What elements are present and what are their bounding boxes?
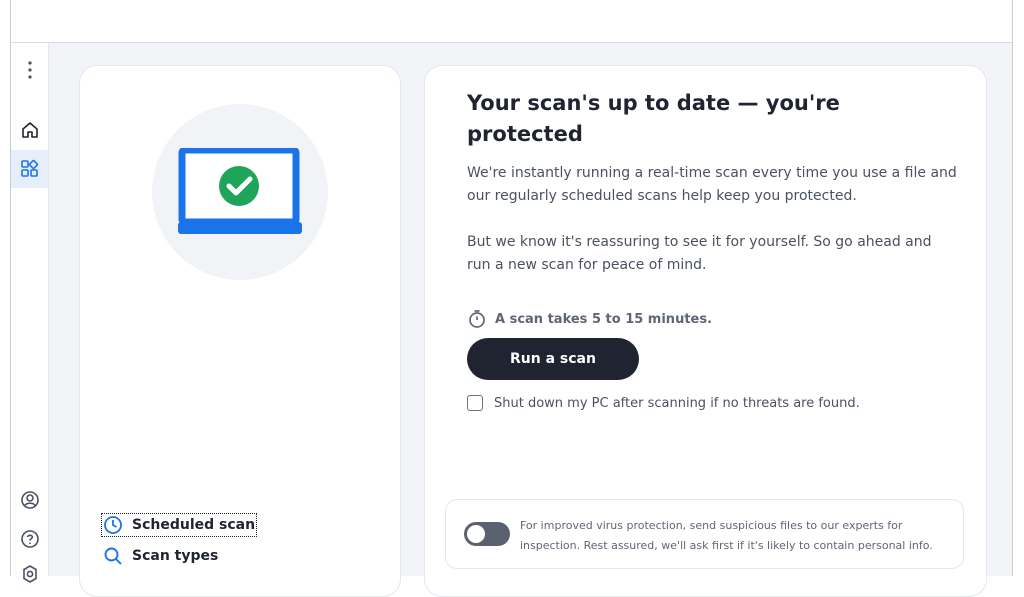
account-icon[interactable] <box>15 485 45 515</box>
file-sharing-description: For improved virus protection, send susp… <box>520 519 933 552</box>
shutdown-checkbox-label: Shut down my PC after scanning if no thr… <box>494 395 860 411</box>
page-title: Your scan's up to date — you're protecte… <box>467 91 840 146</box>
shutdown-option[interactable]: Shut down my PC after scanning if no thr… <box>467 395 860 411</box>
scan-description: We're instantly running a real-time scan… <box>467 165 957 204</box>
send-suspicious-files-toggle[interactable] <box>464 522 510 546</box>
reassurance-text: But we know it's reassuring to see it fo… <box>467 234 932 273</box>
laptop-check-icon <box>178 148 302 234</box>
scheduled-scan-link[interactable]: Scheduled scan <box>100 513 258 537</box>
settings-icon[interactable] <box>15 559 45 589</box>
search-icon <box>104 547 122 565</box>
shutdown-checkbox[interactable] <box>467 395 483 411</box>
clock-icon <box>104 516 122 534</box>
scan-duration-text: A scan takes 5 to 15 minutes. <box>495 311 713 327</box>
stopwatch-icon <box>469 310 485 328</box>
scan-types-label: Scan types <box>132 548 219 564</box>
scan-types-link[interactable]: Scan types <box>103 546 218 566</box>
more-vertical-icon[interactable] <box>15 55 45 85</box>
scan-status-card: Your scan's up to date — you're protecte… <box>424 65 987 597</box>
dashboard-icon[interactable] <box>11 150 48 188</box>
window-titlebar <box>10 0 1012 43</box>
sidebar <box>11 43 49 583</box>
run-scan-button[interactable]: Run a scan <box>467 338 639 380</box>
toggle-knob <box>467 525 485 543</box>
window-border-right <box>1012 0 1013 576</box>
home-icon[interactable] <box>15 115 45 145</box>
scan-duration-info: A scan takes 5 to 15 minutes. <box>467 309 712 329</box>
file-sharing-panel: For improved virus protection, send susp… <box>445 499 964 569</box>
scan-options-card: Scheduled scan Scan types <box>79 65 401 597</box>
help-icon[interactable] <box>15 524 45 554</box>
scheduled-scan-label: Scheduled scan <box>132 517 256 533</box>
